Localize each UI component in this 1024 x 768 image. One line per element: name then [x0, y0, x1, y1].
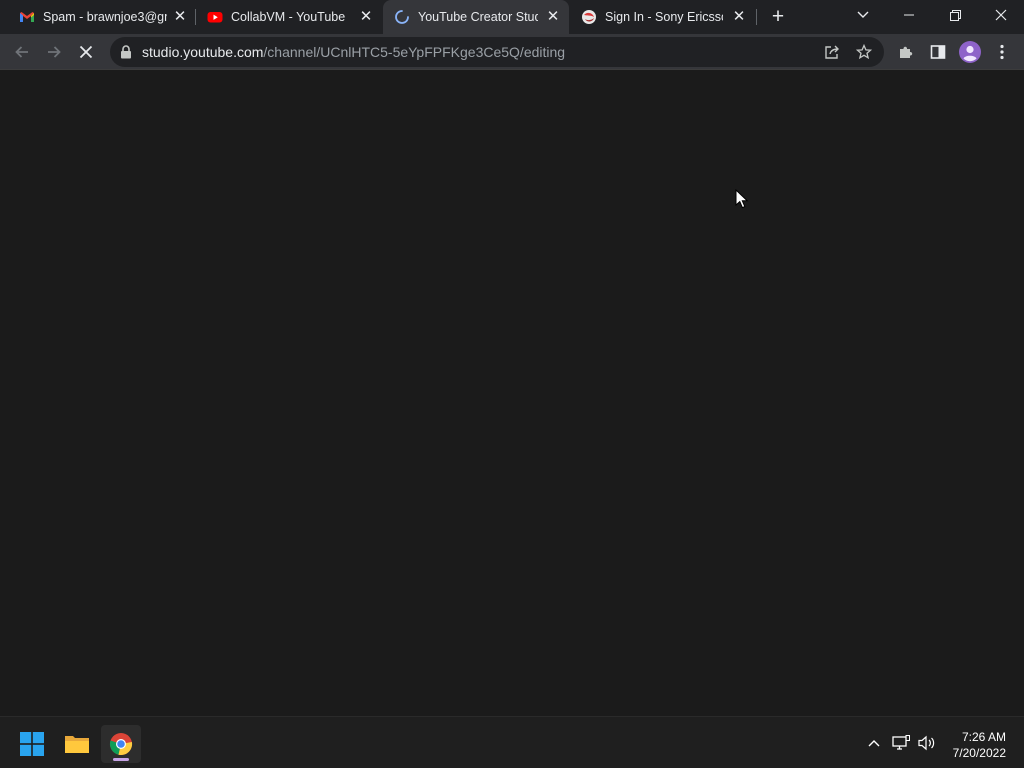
chrome-taskbar-button[interactable] [101, 725, 141, 763]
tab-separator [756, 9, 757, 25]
network-button[interactable] [891, 733, 911, 753]
tab-youtube-creator-studio[interactable]: YouTube Creator Studio ✕ [383, 0, 569, 34]
youtube-icon [207, 12, 223, 23]
profile-button[interactable] [958, 40, 982, 64]
forward-button[interactable] [42, 40, 66, 64]
tab-search-button[interactable] [840, 0, 886, 30]
restore-button[interactable] [932, 0, 978, 30]
avatar [959, 41, 981, 63]
side-panel-icon [930, 45, 946, 59]
tab-title: CollabVM - YouTube [231, 10, 346, 24]
sony-ericsson-icon [582, 10, 596, 24]
tab-close-icon[interactable]: ✕ [172, 9, 188, 25]
bookmark-star-icon[interactable] [856, 44, 872, 60]
network-icon [892, 735, 910, 750]
tab-title: Sign In - Sony Ericsson [605, 10, 723, 24]
puzzle-icon [900, 46, 913, 58]
tab-title: Spam - brawnjoe3@gm [43, 10, 167, 24]
url-text[interactable]: studio.youtube.com/channel/UCnlHTC5-5eYp… [142, 44, 565, 60]
address-bar[interactable]: studio.youtube.com/channel/UCnlHTC5-5eYp… [110, 37, 884, 67]
restore-icon [949, 9, 961, 21]
browser-toolbar: studio.youtube.com/channel/UCnlHTC5-5eYp… [0, 34, 1024, 70]
tab-close-icon[interactable]: ✕ [358, 9, 374, 25]
arrow-left-icon [15, 46, 28, 58]
browser-window: Spam - brawnjoe3@gm ✕ CollabVM - YouTube… [0, 0, 1024, 716]
tab-strip: Spam - brawnjoe3@gm ✕ CollabVM - YouTube… [0, 0, 1024, 34]
clock-date: 7/20/2022 [952, 746, 1006, 760]
minimize-button[interactable] [886, 0, 932, 30]
stop-loading-button[interactable] [74, 40, 98, 64]
lock-icon[interactable] [120, 45, 132, 59]
tab-close-icon[interactable]: ✕ [731, 9, 747, 25]
file-explorer-button[interactable] [57, 725, 97, 763]
stop-icon [79, 45, 93, 59]
back-button[interactable] [10, 40, 34, 64]
url-path: /channel/UCnlHTC5-5eYpFPFKge3Ce5Q/editin… [263, 44, 566, 60]
minimize-icon [904, 14, 914, 16]
tab-close-icon[interactable]: ✕ [545, 9, 561, 25]
new-tab-button[interactable]: + [768, 6, 788, 27]
clock-time: 7:26 AM [961, 730, 1006, 744]
chrome-menu-button[interactable] [990, 40, 1014, 64]
side-panel-button[interactable] [926, 40, 950, 64]
active-app-indicator [113, 758, 129, 761]
tab-collabvm-youtube[interactable]: CollabVM - YouTube ✕ [196, 0, 382, 34]
url-host: studio.youtube.com [142, 44, 264, 60]
windows-logo-icon [20, 732, 44, 756]
page-content-area [0, 71, 1024, 716]
more-vertical-icon [1000, 44, 1004, 60]
tab-gmail-spam[interactable]: Spam - brawnjoe3@gm ✕ [8, 0, 194, 34]
loading-spinner-icon [395, 10, 409, 24]
arrow-right-icon [48, 46, 61, 58]
tab-title: YouTube Creator Studio [418, 10, 538, 24]
gmail-icon [20, 12, 34, 22]
show-hidden-icons-button[interactable] [864, 733, 884, 753]
chevron-down-icon [857, 11, 869, 18]
mouse-cursor-icon [735, 189, 749, 209]
close-icon [995, 9, 1007, 21]
share-icon[interactable] [824, 44, 840, 60]
windows-taskbar: 7:26 AM 7/20/2022 [0, 716, 1024, 768]
start-button[interactable] [12, 725, 52, 763]
extensions-button[interactable] [894, 40, 918, 64]
clock[interactable]: 7:26 AM 7/20/2022 [953, 729, 1006, 761]
close-window-button[interactable] [978, 0, 1024, 30]
chrome-icon [109, 733, 133, 756]
volume-button[interactable] [917, 733, 937, 753]
folder-icon [65, 736, 89, 753]
speaker-icon [918, 735, 935, 751]
tab-sony-ericsson-signin[interactable]: Sign In - Sony Ericsson ✕ [570, 0, 756, 34]
chevron-up-icon [868, 740, 880, 747]
